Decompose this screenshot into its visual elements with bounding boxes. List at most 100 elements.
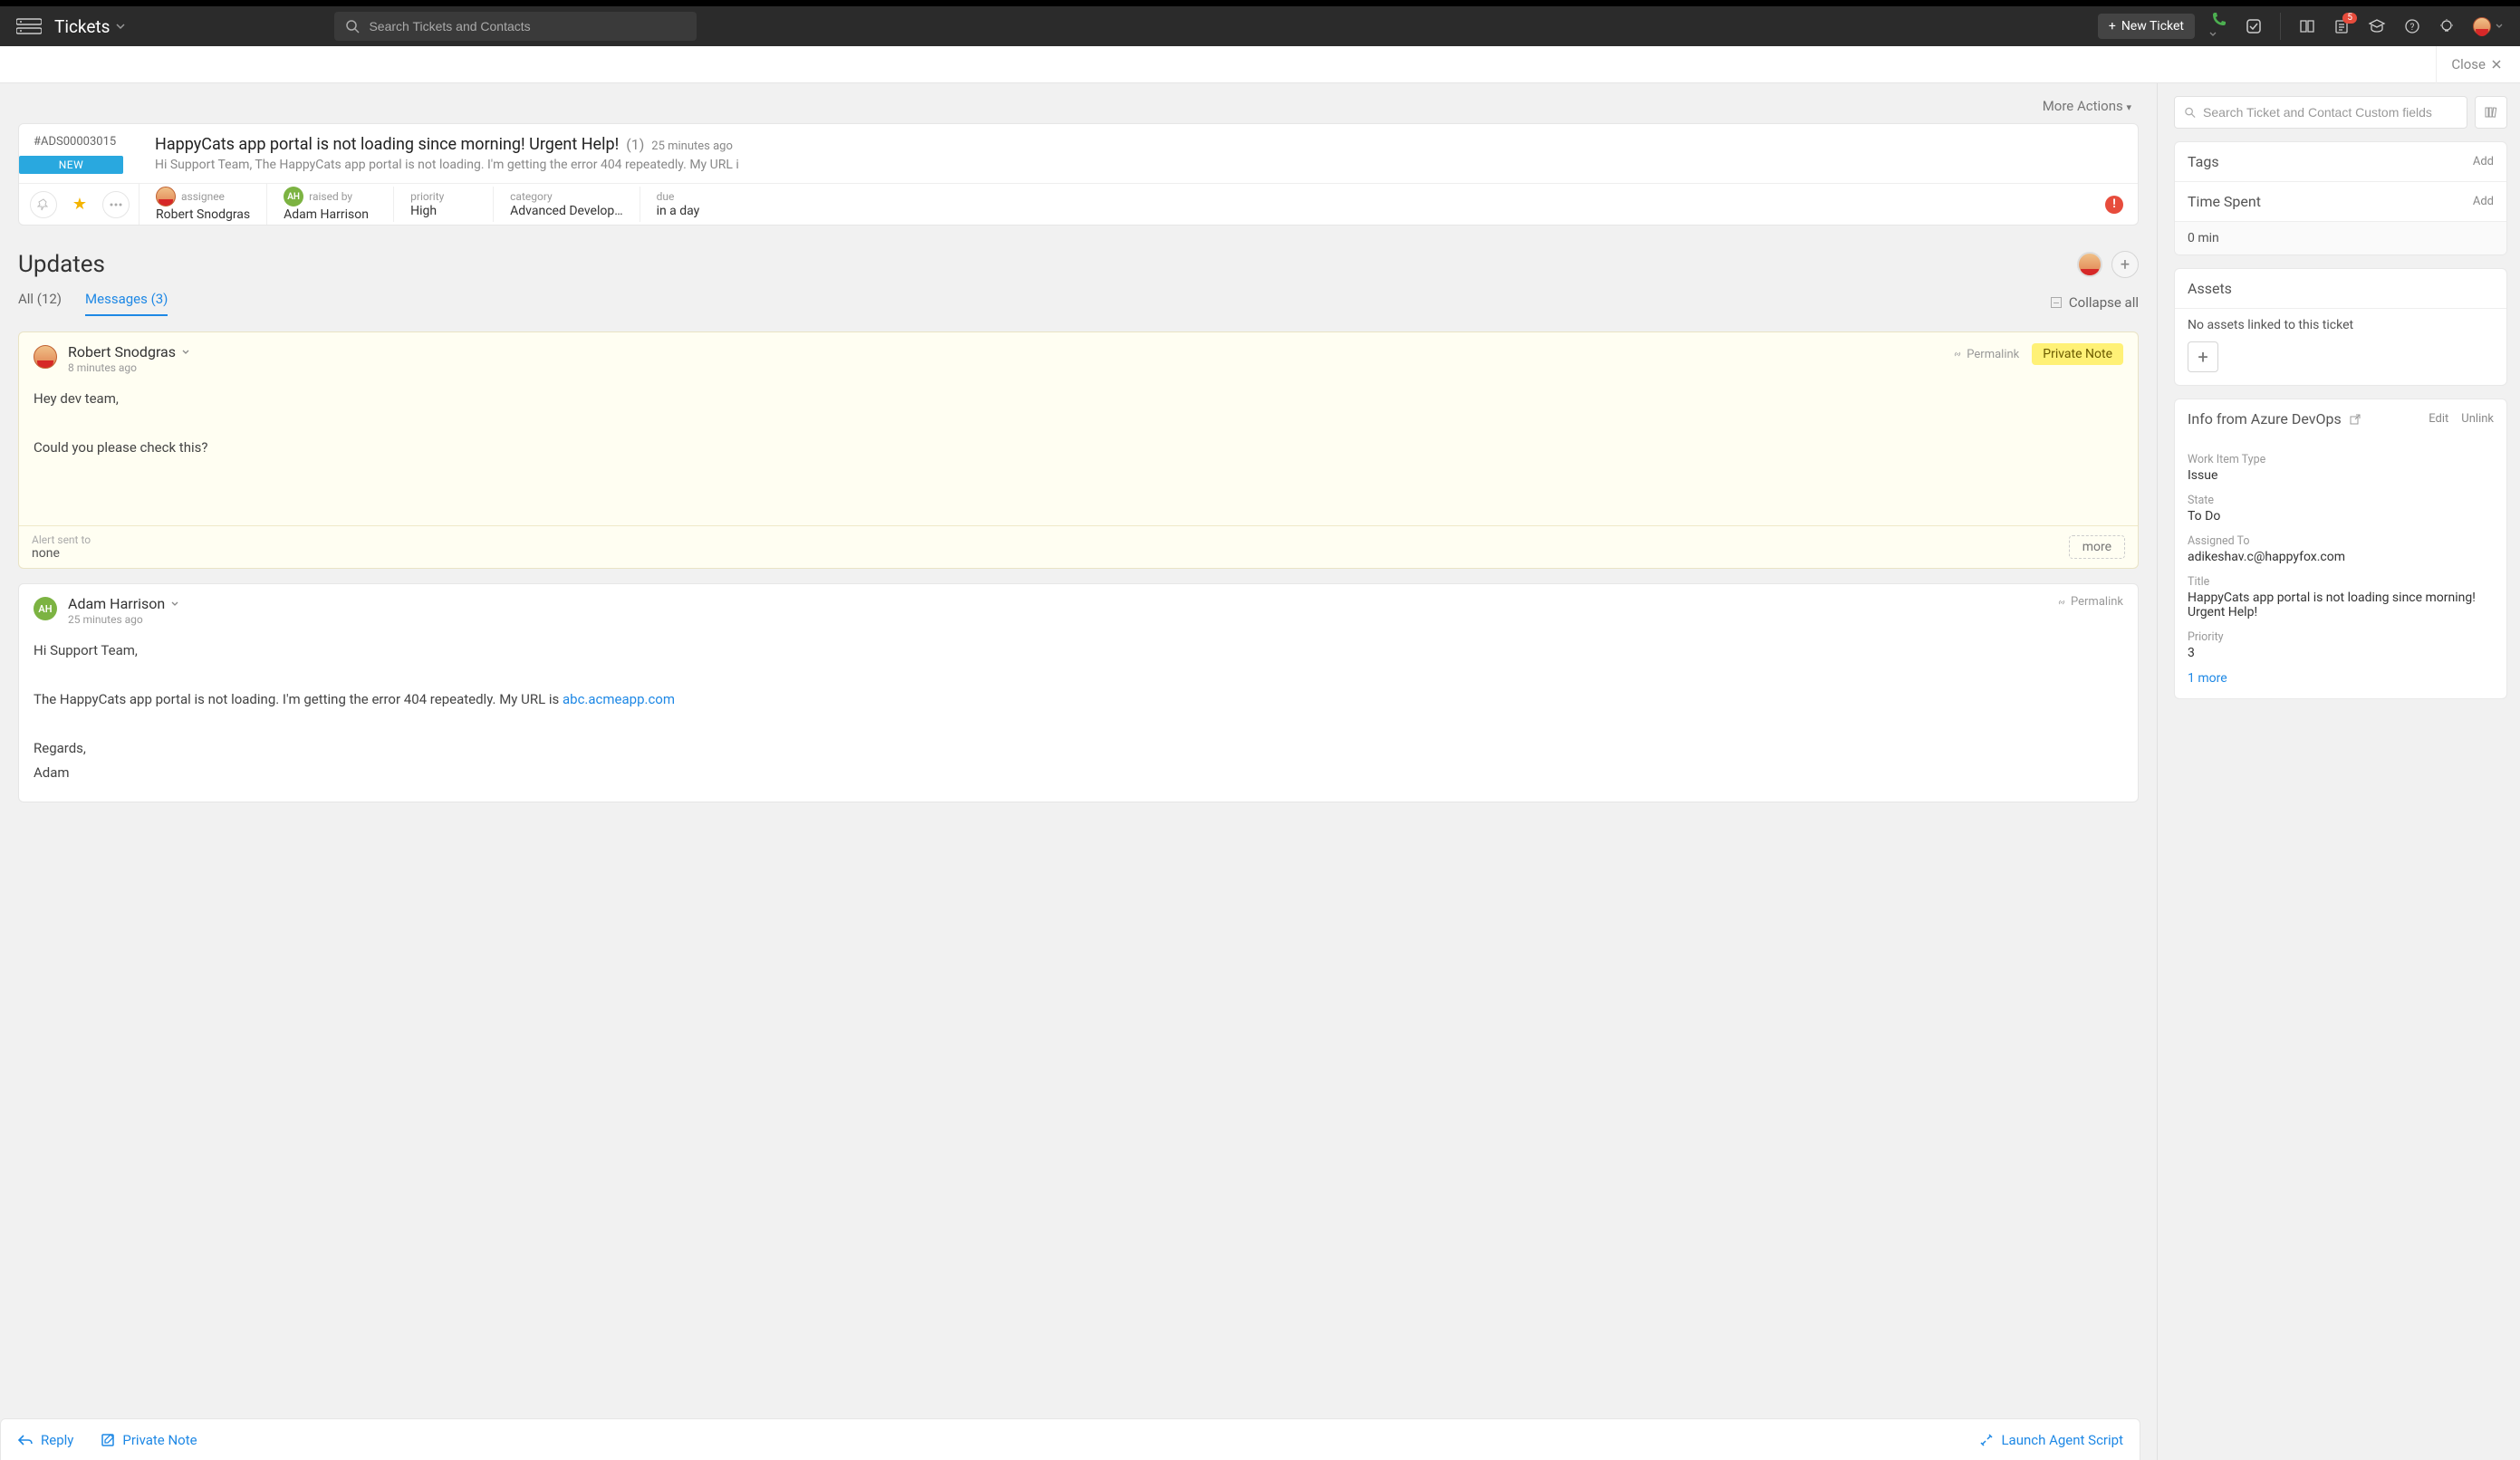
- svg-text:?: ?: [2410, 23, 2415, 33]
- close-icon: [2491, 59, 2502, 70]
- chevron-down-icon: [170, 600, 179, 609]
- phone-icon[interactable]: [2211, 11, 2227, 42]
- sidebar-library-button[interactable]: [2475, 96, 2507, 129]
- meta-raised-by[interactable]: AHraised by Adam Harrison: [266, 183, 393, 226]
- message-author[interactable]: Robert Snodgras: [68, 343, 190, 360]
- search-icon: [345, 19, 360, 34]
- reply-icon: [17, 1434, 34, 1446]
- global-search[interactable]: [334, 12, 697, 41]
- close-button[interactable]: Close: [2451, 56, 2502, 72]
- graduation-icon[interactable]: [2368, 18, 2386, 34]
- meta-due[interactable]: due in a day: [640, 187, 766, 222]
- search-icon: [2184, 106, 2196, 119]
- book-icon[interactable]: [2299, 18, 2315, 34]
- ellipsis-icon[interactable]: [102, 191, 130, 218]
- sidebar-search-input[interactable]: [2203, 105, 2457, 120]
- devops-field: Title HappyCats app portal is not loading…: [2188, 575, 2494, 620]
- new-ticket-button[interactable]: + New Ticket: [2098, 14, 2195, 39]
- sidebar-search[interactable]: [2174, 96, 2467, 129]
- collapse-icon: [2051, 297, 2062, 308]
- close-bar: Close: [0, 46, 2520, 83]
- devops-field-label: Title: [2188, 575, 2494, 589]
- private-note-badge: Private Note: [2032, 343, 2123, 365]
- devops-field-value: 3: [2188, 646, 2494, 660]
- private-note-button[interactable]: Private Note: [101, 1432, 197, 1448]
- devops-more-link[interactable]: 1 more: [2188, 671, 2494, 686]
- reply-button[interactable]: Reply: [17, 1432, 73, 1448]
- help-icon[interactable]: ?: [2404, 18, 2420, 34]
- ticket-status-badge: NEW: [19, 156, 123, 174]
- participant-avatar-icon[interactable]: [2077, 252, 2102, 277]
- devops-edit-button[interactable]: Edit: [2429, 412, 2448, 426]
- link-icon: [2056, 597, 2067, 608]
- time-spent-add-button[interactable]: Add: [2473, 195, 2494, 208]
- star-icon[interactable]: ★: [66, 191, 93, 218]
- plus-icon: +: [2109, 19, 2116, 34]
- message-body: Hey dev team, Could you please check thi…: [19, 381, 2138, 525]
- chevron-down-icon[interactable]: [115, 21, 126, 32]
- ticket-header-card: #ADS00003015 NEW HappyCats app portal is…: [18, 123, 2139, 226]
- collapse-all-button[interactable]: Collapse all: [2051, 294, 2139, 316]
- alert-icon[interactable]: !: [2105, 196, 2123, 214]
- permalink-link[interactable]: Permalink: [1952, 348, 2019, 361]
- ticket-title[interactable]: HappyCats app portal is not loading sinc…: [155, 135, 619, 154]
- check-square-icon[interactable]: [2246, 18, 2262, 34]
- more-actions-dropdown[interactable]: More Actions ▾: [18, 94, 2139, 123]
- message-time: 8 minutes ago: [68, 361, 190, 374]
- devops-field: Work Item TypeIssue: [2188, 453, 2494, 483]
- raised-by-avatar-icon: AH: [284, 187, 303, 207]
- library-icon: [2484, 105, 2498, 120]
- message-avatar-icon: [34, 345, 57, 369]
- devops-field: StateTo Do: [2188, 494, 2494, 523]
- add-asset-button[interactable]: +: [2188, 341, 2218, 372]
- tags-panel: Tags Add Time Spent Add 0 min: [2174, 141, 2507, 255]
- meta-category[interactable]: category Advanced Develop…: [493, 187, 639, 222]
- devops-field-label: Priority: [2188, 630, 2494, 644]
- assignee-avatar-icon: [156, 187, 176, 207]
- launch-agent-script-button[interactable]: Launch Agent Script: [1979, 1432, 2123, 1448]
- url-link[interactable]: abc.acmeapp.com: [563, 691, 675, 707]
- new-ticket-label: New Ticket: [2121, 19, 2184, 34]
- meta-priority[interactable]: priority High: [393, 187, 493, 222]
- section-title[interactable]: Tickets: [54, 16, 110, 37]
- devops-title: Info from Azure DevOps: [2188, 410, 2342, 427]
- tools-icon: [1979, 1433, 1994, 1447]
- ticket-thread-count: (1): [626, 136, 644, 153]
- ticket-preview: Hi Support Team, The HappyCats app porta…: [155, 158, 2123, 172]
- collapse-all-label: Collapse all: [2069, 294, 2139, 311]
- devops-field-value: HappyCats app portal is not loading sinc…: [2188, 591, 2494, 620]
- devops-field-value: To Do: [2188, 509, 2494, 523]
- message-author[interactable]: Adam Harrison: [68, 595, 179, 612]
- devops-panel: Info from Azure DevOps Edit Unlink Work …: [2174, 399, 2507, 699]
- user-avatar-icon: [2473, 17, 2491, 35]
- devops-unlink-button[interactable]: Unlink: [2461, 412, 2494, 426]
- time-spent-value: 0 min: [2175, 221, 2506, 255]
- assets-empty-text: No assets linked to this ticket: [2188, 318, 2494, 332]
- tags-add-button[interactable]: Add: [2473, 155, 2494, 168]
- external-link-icon[interactable]: [2349, 413, 2361, 426]
- right-sidebar: Tags Add Time Spent Add 0 min Assets No …: [2158, 83, 2520, 1460]
- assets-title: Assets: [2188, 280, 2232, 297]
- meta-assignee[interactable]: assignee Robert Snodgras: [139, 183, 266, 226]
- devops-field-label: Work Item Type: [2188, 453, 2494, 466]
- global-search-input[interactable]: [369, 19, 686, 34]
- close-label: Close: [2451, 56, 2486, 72]
- tab-messages[interactable]: Messages (3): [85, 291, 168, 316]
- message-card: Robert Snodgras 8 minutes ago Permalink …: [18, 331, 2139, 569]
- pin-icon[interactable]: [30, 191, 57, 218]
- user-menu[interactable]: [2473, 17, 2504, 35]
- updates-heading: Updates: [18, 251, 105, 278]
- devops-field: Assigned Toadikeshav.c@happyfox.com: [2188, 534, 2494, 564]
- bulb-icon[interactable]: [2438, 18, 2455, 34]
- app-logo-icon: [16, 17, 42, 35]
- clipboard-icon[interactable]: 5: [2333, 18, 2350, 34]
- assets-panel: Assets No assets linked to this ticket +: [2174, 268, 2507, 386]
- devops-field: Priority 3: [2188, 630, 2494, 660]
- alert-sent-label: Alert sent to: [32, 533, 91, 546]
- more-button[interactable]: more: [2069, 535, 2125, 559]
- permalink-link[interactable]: Permalink: [2056, 595, 2123, 609]
- chevron-down-icon: [181, 348, 190, 357]
- add-participant-button[interactable]: +: [2111, 251, 2139, 278]
- alert-sent-value: none: [32, 546, 91, 561]
- tab-all[interactable]: All (12): [18, 291, 62, 316]
